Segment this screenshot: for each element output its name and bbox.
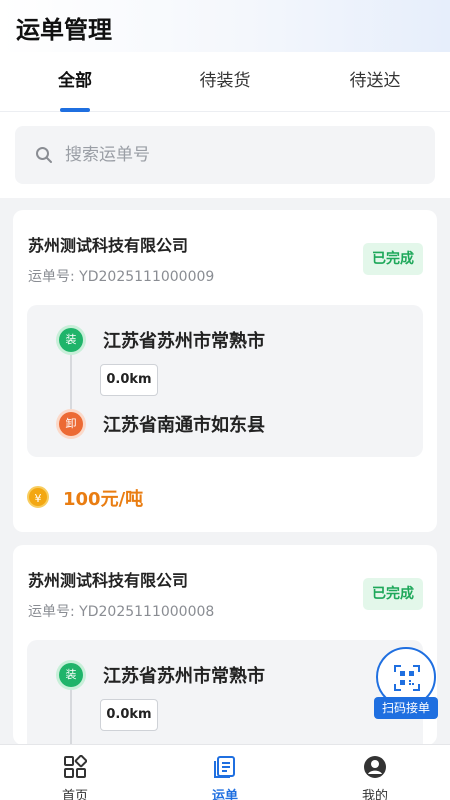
company-name: 苏州测试科技有限公司	[28, 236, 189, 255]
status-tabs: 全部 待装货 待送达	[0, 52, 450, 112]
order-number: 运单号: YD2025111000009	[28, 269, 215, 285]
scan-accept-order-button[interactable]: 扫码接单	[374, 647, 438, 719]
origin-address: 江苏省苏州市常熟市	[103, 666, 265, 687]
load-marker-icon: 装	[59, 663, 83, 687]
tab-pending-load[interactable]: 待装货	[150, 52, 300, 112]
order-card[interactable]: 苏州测试科技有限公司 运单号: YD2025111000009 已完成 装 江苏…	[13, 210, 437, 532]
order-number: 运单号: YD2025111000008	[28, 604, 215, 620]
route-connector-line	[70, 350, 72, 420]
search-input[interactable]	[65, 126, 415, 184]
search-icon	[36, 147, 52, 163]
route-connector-line	[70, 685, 72, 745]
qr-scan-icon	[394, 665, 420, 691]
route-box: 装 江苏省苏州市常熟市 0.0km	[27, 640, 423, 745]
search-section	[0, 112, 450, 198]
bottom-nav: 首页 运单 我的	[0, 744, 450, 800]
distance-badge: 0.0km	[100, 699, 158, 731]
route-box: 装 江苏省苏州市常熟市 0.0km 卸 江苏省南通市如东县	[27, 305, 423, 457]
user-avatar-icon	[364, 756, 386, 778]
company-name: 苏州测试科技有限公司	[28, 571, 189, 590]
nav-home[interactable]: 首页	[0, 745, 150, 800]
app-header: 运单管理	[0, 0, 450, 52]
load-marker-icon: 装	[59, 328, 83, 352]
tab-all-label: 全部	[58, 71, 92, 91]
waybill-list-icon	[214, 756, 235, 778]
nav-waybill-label: 运单	[211, 789, 238, 800]
tab-pending-delivery[interactable]: 待送达	[300, 52, 450, 112]
status-badge: 已完成	[363, 578, 423, 610]
distance-badge: 0.0km	[100, 364, 158, 396]
home-grid-icon	[64, 755, 87, 778]
unload-marker-icon: 卸	[59, 412, 83, 436]
status-badge: 已完成	[363, 243, 423, 275]
destination-address: 江苏省南通市如东县	[103, 415, 265, 436]
tab-pending-load-label: 待装货	[199, 71, 251, 91]
scan-button-label: 扫码接单	[374, 697, 438, 719]
search-bar[interactable]	[15, 126, 435, 184]
origin-address: 江苏省苏州市常熟市	[103, 331, 265, 352]
nav-mine[interactable]: 我的	[300, 745, 450, 800]
page-title: 运单管理	[16, 16, 112, 44]
freight-price: 100元/吨	[63, 489, 144, 510]
tab-pending-delivery-label: 待送达	[349, 71, 401, 91]
tab-all[interactable]: 全部	[0, 52, 150, 112]
nav-waybill[interactable]: 运单	[150, 745, 300, 800]
nav-mine-label: 我的	[361, 789, 388, 800]
coin-icon: ¥	[27, 486, 49, 508]
nav-home-label: 首页	[61, 789, 88, 800]
